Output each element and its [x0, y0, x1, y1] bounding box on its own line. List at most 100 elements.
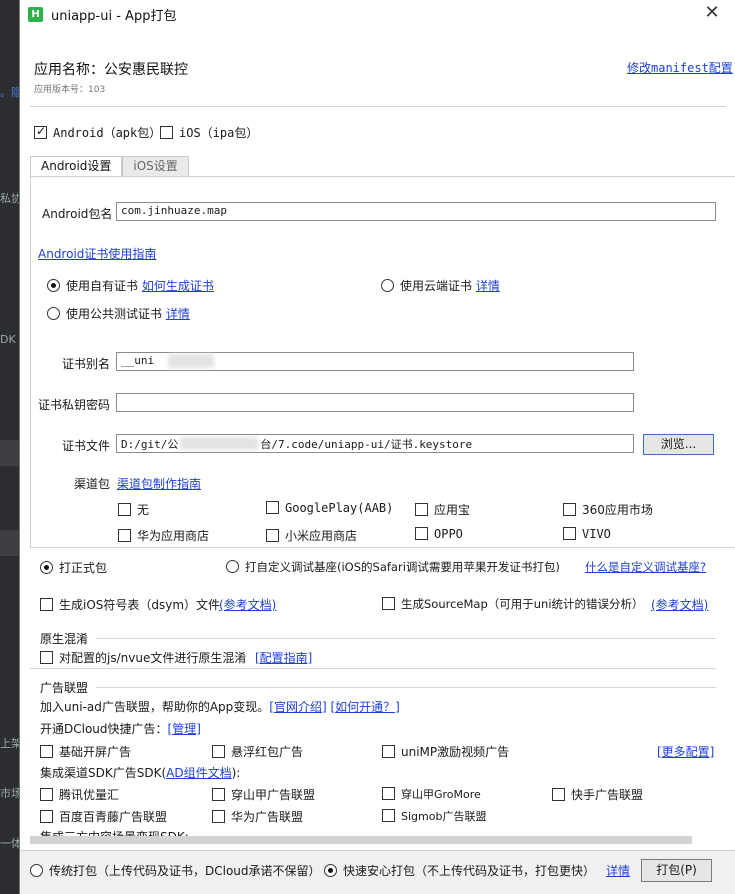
checkbox-icon: [415, 503, 428, 516]
more-config-link[interactable]: [更多配置]: [657, 743, 714, 760]
redacted-blur: [168, 354, 214, 368]
radio-icon: [226, 560, 239, 573]
redacted-blur: [180, 437, 259, 450]
tab-ios-settings[interactable]: iOS设置: [122, 156, 189, 177]
redpacket-ad-checkbox[interactable]: 悬浮红包广告: [212, 743, 303, 760]
cert-alias-label: 证书别名: [61, 357, 110, 371]
ad-component-doc-link[interactable]: AD组件文档: [166, 766, 231, 780]
channel-checkbox-huawei[interactable]: 华为应用商店: [118, 527, 209, 544]
ads-join-row: 加入uni-ad广告联盟，帮助你的App变现。[官网介绍] [如何开通？]: [40, 700, 400, 714]
obfuscation-checkbox[interactable]: 对配置的js/nvue文件进行原生混淆: [40, 649, 246, 666]
channel-checkbox-yingyongbao[interactable]: 应用宝: [415, 501, 470, 518]
custom-base-radio[interactable]: 打自定义调试基座(iOS的Safari调试需要用苹果开发证书打包): [226, 559, 560, 575]
sdk-checkbox-sigmob[interactable]: Sigmob广告联盟: [382, 808, 486, 824]
radio-icon: [381, 279, 394, 292]
how-to-generate-cert-link[interactable]: 如何生成证书: [142, 279, 214, 293]
divider: [30, 106, 726, 107]
bg-fragment: 市场: [0, 787, 20, 800]
bg-band: [0, 530, 20, 556]
bg-fragment: 。隐: [0, 86, 20, 99]
cert-password-input[interactable]: [116, 393, 634, 412]
public-test-cert-radio[interactable]: 使用公共测试证书 详情: [47, 305, 190, 322]
cloud-cert-radio[interactable]: 使用云端证书 详情: [381, 277, 500, 294]
sdk-checkbox-baidu[interactable]: 百度百青藤广告联盟: [40, 808, 167, 825]
manifest-config-link[interactable]: 修改manifest配置: [627, 59, 733, 76]
radio-checked-icon: [47, 279, 60, 292]
radio-checked-icon: [324, 864, 337, 877]
obfuscation-section-title: 原生混淆: [40, 632, 89, 646]
checkbox-icon: [212, 745, 225, 758]
checkbox-checked-icon: [34, 124, 47, 139]
title-bar: H uniapp-ui - App打包 ✕: [20, 0, 735, 28]
checkbox-icon: [40, 598, 53, 611]
checkbox-icon: [415, 527, 428, 540]
window-title: uniapp-ui - App打包: [51, 8, 177, 24]
checkbox-icon: [382, 809, 395, 822]
sdk-ads-row: 集成渠道SDK广告SDK(AD组件文档):: [40, 766, 241, 780]
public-cert-details-link[interactable]: 详情: [166, 307, 190, 321]
checkbox-icon: [552, 788, 565, 801]
checkbox-icon: [118, 503, 131, 516]
ads-manage-link[interactable]: [管理]: [168, 722, 201, 736]
app-name: 应用名称：公安惠民联控: [34, 62, 188, 78]
channel-checkbox-googleplay[interactable]: GooglePlay(AAB): [266, 501, 393, 515]
app-pack-dialog: H uniapp-ui - App打包 ✕ 应用名称：公安惠民联控 应用版本号：…: [19, 0, 735, 894]
pack-button[interactable]: 打包(P): [641, 859, 712, 882]
checkbox-icon: [266, 501, 279, 514]
formal-build-radio[interactable]: 打正式包: [40, 559, 107, 576]
channel-checkbox-none[interactable]: 无: [118, 501, 149, 518]
checkbox-icon: [382, 745, 395, 758]
tab-android-settings[interactable]: Android设置: [30, 156, 123, 177]
ads-section-title: 广告联盟: [40, 681, 89, 695]
channel-checkbox-vivo[interactable]: VIVO: [563, 527, 611, 541]
cloud-cert-details-link[interactable]: 详情: [476, 279, 500, 293]
cert-password-label: 证书私钥密码: [37, 398, 110, 412]
app-version: 应用版本号：103: [34, 85, 106, 95]
sdk-checkbox-pangle[interactable]: 穿山甲广告联盟: [212, 786, 315, 803]
channel-label: 渠道包: [73, 477, 110, 491]
horizontal-scrollbar[interactable]: [30, 836, 692, 844]
android-platform-checkbox[interactable]: Android（apk包）: [34, 124, 161, 141]
checkbox-icon: [382, 787, 395, 800]
channel-checkbox-xiaomi[interactable]: 小米应用商店: [266, 527, 357, 544]
checkbox-icon: [40, 651, 53, 664]
what-is-custom-base-link[interactable]: 什么是自定义调试基座?: [585, 559, 706, 575]
sdk-checkbox-gromore[interactable]: 穿山甲GroMore: [382, 786, 481, 802]
sourcemap-checkbox[interactable]: 生成SourceMap（可用于uni统计的错误分析）: [382, 596, 644, 612]
bg-fragment: 上架: [0, 737, 20, 750]
background-app: 。隐 私协 DK 上架 市场 一体: [0, 0, 20, 894]
dcloud-ads-row: 开通DCloud快捷广告：[管理]: [40, 722, 201, 736]
close-icon[interactable]: ✕: [702, 3, 722, 23]
fast-pack-radio[interactable]: 快速安心打包（不上传代码及证书，打包更快）: [324, 862, 595, 879]
browse-button[interactable]: 浏览...: [643, 434, 714, 455]
radio-icon: [47, 307, 60, 320]
cert-file-input[interactable]: D:/git/公 台/7.code/uniapp-ui/证书.keystore: [116, 434, 634, 453]
hbuilder-logo-icon: H: [28, 6, 43, 22]
splash-ad-checkbox[interactable]: 基础开屏广告: [40, 743, 131, 760]
channel-checkbox-oppo[interactable]: OPPO: [415, 527, 463, 541]
checkbox-icon: [160, 126, 173, 139]
ads-intro-link[interactable]: [官网介绍]: [269, 700, 326, 714]
channel-guide-link[interactable]: 渠道包制作指南: [117, 475, 201, 492]
bg-fragment: 一体: [0, 837, 20, 850]
ads-how-to-open-link[interactable]: [如何开通？]: [331, 700, 400, 714]
video-ad-checkbox[interactable]: uniMP激励视频广告: [382, 743, 509, 760]
divider: [30, 668, 716, 669]
package-name-label: Android包名: [42, 207, 113, 221]
channel-checkbox-360[interactable]: 360应用市场: [563, 501, 653, 518]
sdk-checkbox-tencent[interactable]: 腾讯优量汇: [40, 786, 119, 803]
checkbox-icon: [212, 810, 225, 823]
dsym-doc-link[interactable]: (参考文档): [219, 596, 276, 613]
sdk-checkbox-kuaishou[interactable]: 快手广告联盟: [552, 786, 643, 803]
obfuscation-guide-link[interactable]: [配置指南]: [255, 649, 312, 666]
fast-pack-details-link[interactable]: 详情: [606, 862, 630, 879]
sdk-checkbox-huawei[interactable]: 华为广告联盟: [212, 808, 303, 825]
sourcemap-doc-link[interactable]: (参考文档): [651, 596, 708, 613]
bg-band: [0, 440, 20, 466]
traditional-pack-radio[interactable]: 传统打包（上传代码及证书，DCloud承诺不保留）: [30, 862, 321, 879]
own-cert-radio[interactable]: 使用自有证书 如何生成证书: [47, 277, 214, 294]
ios-platform-checkbox[interactable]: iOS（ipa包）: [160, 124, 258, 141]
cert-guide-link[interactable]: Android证书使用指南: [38, 245, 156, 262]
package-name-input[interactable]: com.jinhuaze.map: [116, 202, 716, 221]
dsym-checkbox[interactable]: 生成iOS符号表（dsym）文件: [40, 596, 220, 613]
